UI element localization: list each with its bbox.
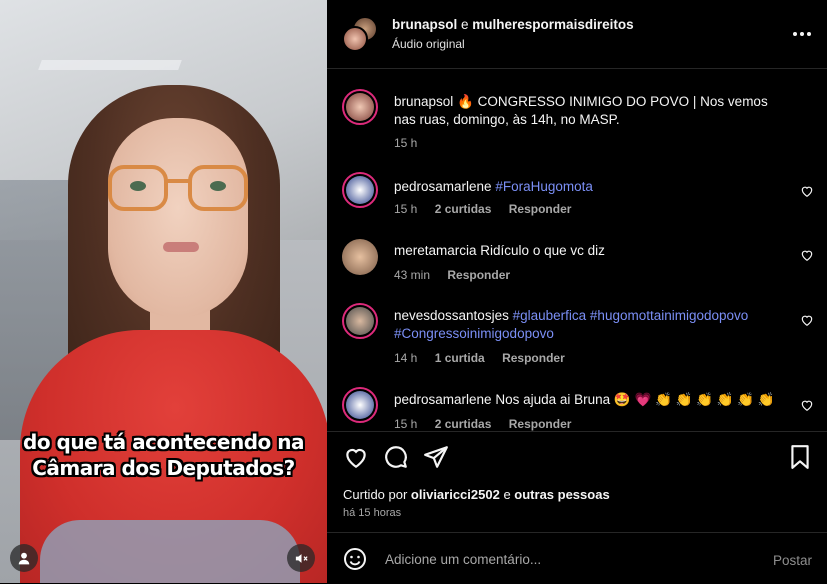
reply-button[interactable]: Responder <box>509 417 572 431</box>
like-heart-icon[interactable] <box>343 444 369 470</box>
comments-list[interactable]: brunapsol 🔥 CONGRESSO INIMIGO DO POVO | … <box>327 69 827 431</box>
comment-likes[interactable]: 2 curtidas <box>435 417 492 431</box>
comment-username[interactable]: pedrosamarlene <box>394 179 492 194</box>
audio-label[interactable]: Áudio original <box>392 37 465 51</box>
comment-time: 43 min <box>394 268 431 282</box>
more-icon <box>793 32 797 36</box>
comment-likes[interactable]: 2 curtidas <box>435 202 492 216</box>
author-username-1[interactable]: brunapsol <box>392 17 457 32</box>
avatar[interactable] <box>342 239 378 275</box>
post-authors: brunapsol e mulherespormaisdireitos <box>392 17 634 32</box>
speaker-muted-icon <box>295 553 308 563</box>
avatar[interactable] <box>342 387 378 423</box>
comment-time: 15 h <box>394 202 418 216</box>
collab-avatars[interactable] <box>342 16 378 52</box>
reel-video[interactable]: do que tá acontecendo na Câmara dos Depu… <box>0 0 327 583</box>
post-sidebar: brunapsol e mulherespormaisdireitos Áudi… <box>327 0 827 583</box>
heart-icon[interactable] <box>800 398 814 412</box>
hashtag-link[interactable]: #hugomottainimigodopovo <box>590 308 748 323</box>
post-timestamp: há 15 horas <box>343 507 402 519</box>
save-bookmark-icon[interactable] <box>787 444 813 470</box>
share-send-icon[interactable] <box>423 444 449 470</box>
comment-time: 14 h <box>394 351 418 365</box>
person-glasses <box>108 165 254 215</box>
tagged-users-button[interactable] <box>10 544 38 572</box>
video-caption-line2: Câmara dos Deputados? <box>32 456 295 480</box>
mute-button[interactable] <box>287 544 315 572</box>
comment-time: 15 h <box>394 417 418 431</box>
liked-by-user[interactable]: oliviaricci2502 <box>411 487 500 502</box>
more-options-button[interactable] <box>790 22 814 46</box>
comment-username[interactable]: nevesdossantosjes <box>394 308 509 323</box>
comment-time: 15 h <box>394 136 418 150</box>
user-icon <box>18 552 30 565</box>
reply-button[interactable]: Responder <box>447 268 510 282</box>
emoji-icon[interactable] <box>343 547 367 571</box>
avatar[interactable] <box>342 303 378 339</box>
person-face <box>108 118 248 318</box>
video-caption-line1: do que tá acontecendo na <box>23 430 305 454</box>
add-comment-bar: Postar <box>327 532 827 584</box>
post-header: brunapsol e mulherespormaisdireitos Áudi… <box>327 0 827 69</box>
author-username-2[interactable]: mulherespormaisdireitos <box>472 17 633 32</box>
heart-icon[interactable] <box>800 313 814 327</box>
avatar[interactable] <box>342 89 378 125</box>
heart-icon[interactable] <box>800 184 814 198</box>
post-actions: Curtido por oliviaricci2502 e outras pes… <box>327 431 827 532</box>
comment-username[interactable]: pedrosamarlene <box>394 392 492 407</box>
reply-button[interactable]: Responder <box>502 351 565 365</box>
liked-by-others[interactable]: outras pessoas <box>514 487 609 502</box>
comment-username[interactable]: meretamarcia <box>394 243 477 258</box>
comment-username[interactable]: brunapsol <box>394 94 453 109</box>
heart-icon[interactable] <box>800 248 814 262</box>
post-button[interactable]: Postar <box>773 553 812 568</box>
post-modal: do que tá acontecendo na Câmara dos Depu… <box>0 0 827 583</box>
reply-button[interactable]: Responder <box>509 202 572 216</box>
hashtag-link[interactable]: #ForaHugomota <box>495 179 593 194</box>
liked-by: Curtido por oliviaricci2502 e outras pes… <box>343 487 610 502</box>
comment-input[interactable] <box>383 547 737 571</box>
avatar[interactable] <box>342 172 378 208</box>
hashtag-link[interactable]: #glauberfica <box>513 308 587 323</box>
comment-text: Nos ajuda ai Bruna 🤩 💗 👏 👏 👏 👏 👏 👏 <box>495 392 775 407</box>
comment-likes[interactable]: 1 curtida <box>435 351 485 365</box>
comment-bubble-icon[interactable] <box>383 444 409 470</box>
hashtag-link[interactable]: #Congressoinimigodopovo <box>394 326 554 341</box>
comment-text: Ridículo o que vc diz <box>480 243 605 258</box>
